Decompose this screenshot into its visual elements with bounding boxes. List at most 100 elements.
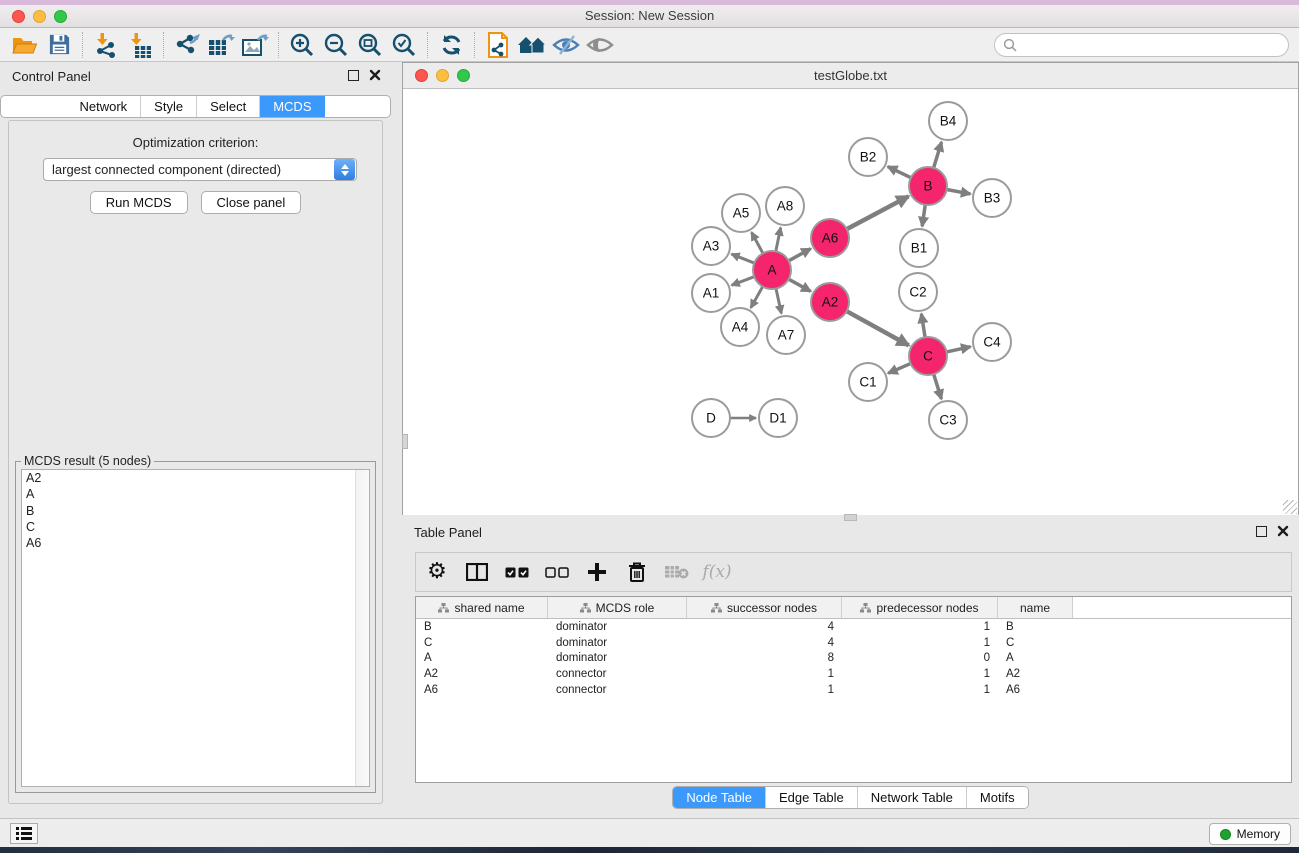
table-cell[interactable]: A — [998, 652, 1073, 664]
graph-node-B[interactable]: B — [909, 167, 947, 205]
graph-node-C[interactable]: C — [909, 337, 947, 375]
network-canvas[interactable]: B4B2BB3A5A8A6A3B1AA1C2A2A4A7C4CC1C3DD1 — [403, 89, 1298, 515]
graph-node-A2[interactable]: A2 — [811, 283, 849, 321]
table-cell[interactable]: 4 — [687, 637, 842, 649]
import-network-icon[interactable] — [89, 30, 123, 60]
table-row[interactable]: A6connector11A6 — [416, 682, 1291, 698]
graph-edge-C-C4[interactable] — [947, 347, 971, 352]
table-row[interactable]: Adominator80A — [416, 651, 1291, 667]
delete-table-icon[interactable] — [664, 558, 690, 586]
memory-button[interactable]: Memory — [1209, 823, 1291, 845]
graph-edge-A-A6[interactable] — [789, 249, 811, 261]
table-cell[interactable]: dominator — [548, 621, 687, 633]
network-window-titlebar[interactable]: testGlobe.txt — [403, 63, 1298, 89]
table-cell[interactable]: 8 — [687, 652, 842, 664]
graph-node-A[interactable]: A — [753, 251, 791, 289]
criterion-dropdown[interactable]: largest connected component (directed) — [43, 158, 357, 181]
column-header-predecessor-nodes[interactable]: predecessor nodes — [842, 597, 998, 618]
window-resize-grip[interactable] — [1283, 500, 1297, 514]
table-cell[interactable]: 1 — [687, 668, 842, 680]
table-row[interactable]: Cdominator41C — [416, 635, 1291, 651]
table-cell[interactable]: C — [998, 637, 1073, 649]
column-header-MCDS-role[interactable]: MCDS role — [548, 597, 687, 618]
tab-network[interactable]: Network — [66, 96, 140, 117]
graph-node-C2[interactable]: C2 — [899, 273, 937, 311]
clone-network-icon[interactable] — [481, 30, 515, 60]
graph-node-C1[interactable]: C1 — [849, 363, 887, 401]
table-cell[interactable]: A2 — [416, 668, 548, 680]
refresh-icon[interactable] — [434, 30, 468, 60]
graph-node-A3[interactable]: A3 — [692, 227, 730, 265]
mcds-result-list[interactable]: A2ABCA6 — [21, 469, 370, 787]
hide-panels-icon[interactable] — [549, 30, 583, 60]
graph-node-C3[interactable]: C3 — [929, 401, 967, 439]
graph-node-D[interactable]: D — [692, 399, 730, 437]
table-row[interactable]: Bdominator41B — [416, 619, 1291, 635]
graph-edge-A6-B[interactable] — [847, 196, 909, 229]
close-table-panel-icon[interactable] — [1277, 525, 1289, 537]
tab-mcds[interactable]: MCDS — [259, 96, 324, 117]
column-header-name[interactable]: name — [998, 597, 1073, 618]
graph-edge-A-A1[interactable] — [732, 277, 755, 286]
table-cell[interactable]: B — [416, 621, 548, 633]
zoom-fit-icon[interactable] — [353, 30, 387, 60]
graph-edge-A-A4[interactable] — [751, 287, 763, 308]
graph-node-B2[interactable]: B2 — [849, 138, 887, 176]
show-panels-icon[interactable] — [583, 30, 617, 60]
graph-edge-B-B4[interactable] — [934, 142, 942, 168]
export-image-icon[interactable] — [238, 30, 272, 60]
tab-motifs[interactable]: Motifs — [966, 787, 1028, 808]
table-cell[interactable]: A2 — [998, 668, 1073, 680]
mcds-result-item[interactable]: A — [22, 486, 369, 502]
graph-edge-B-B3[interactable] — [947, 190, 971, 194]
mcds-result-item[interactable]: A6 — [22, 535, 369, 551]
table-cell[interactable]: B — [998, 621, 1073, 633]
zoom-out-icon[interactable] — [319, 30, 353, 60]
table-cell[interactable]: C — [416, 637, 548, 649]
table-cell[interactable]: 4 — [687, 621, 842, 633]
delete-column-icon[interactable] — [624, 558, 650, 586]
graph-node-A6[interactable]: A6 — [811, 219, 849, 257]
export-network-icon[interactable] — [170, 30, 204, 60]
graph-node-B3[interactable]: B3 — [973, 179, 1011, 217]
graph-node-A7[interactable]: A7 — [767, 316, 805, 354]
table-row[interactable]: A2connector11A2 — [416, 666, 1291, 682]
table-cell[interactable]: dominator — [548, 637, 687, 649]
table-cell[interactable]: 1 — [842, 684, 998, 696]
graph-node-D1[interactable]: D1 — [759, 399, 797, 437]
save-session-icon[interactable] — [42, 30, 76, 60]
add-column-icon[interactable] — [584, 558, 610, 586]
network-view-window[interactable]: testGlobe.txt B4B2BB3A5A8A6A3B1AA1C2A2A4… — [402, 62, 1299, 515]
graph-node-B4[interactable]: B4 — [929, 102, 967, 140]
close-panel-icon[interactable] — [369, 69, 381, 81]
graph-edge-B-B2[interactable] — [888, 167, 911, 178]
graph-edge-B-B1[interactable] — [922, 205, 925, 226]
table-cell[interactable]: connector — [548, 668, 687, 680]
tab-select[interactable]: Select — [196, 96, 259, 117]
table-cell[interactable]: 1 — [842, 668, 998, 680]
table-settings-icon[interactable]: ⚙ — [424, 558, 450, 586]
graph-edge-A-A2[interactable] — [789, 279, 811, 291]
close-panel-button[interactable]: Close panel — [201, 191, 302, 214]
float-table-panel-icon[interactable] — [1256, 526, 1267, 537]
column-header-successor-nodes[interactable]: successor nodes — [687, 597, 842, 618]
table-cell[interactable]: connector — [548, 684, 687, 696]
zoom-in-icon[interactable] — [285, 30, 319, 60]
graph-edge-C-C2[interactable] — [921, 314, 925, 337]
tab-node-table[interactable]: Node Table — [673, 787, 765, 808]
table-cell[interactable]: dominator — [548, 652, 687, 664]
graph-edge-A-A8[interactable] — [776, 228, 781, 252]
graph-node-A8[interactable]: A8 — [766, 187, 804, 225]
table-cell[interactable]: A — [416, 652, 548, 664]
home-layout-icon[interactable] — [515, 30, 549, 60]
graph-edge-A-A5[interactable] — [752, 232, 763, 253]
graph-node-A4[interactable]: A4 — [721, 308, 759, 346]
table-cell[interactable]: A6 — [998, 684, 1073, 696]
table-cell[interactable]: 1 — [687, 684, 842, 696]
panel-splitter-handle[interactable] — [402, 434, 408, 449]
select-all-icon[interactable] — [504, 558, 530, 586]
zoom-selected-icon[interactable] — [387, 30, 421, 60]
graph-edge-C-C3[interactable] — [934, 374, 942, 399]
graph-edge-A2-C[interactable] — [847, 311, 909, 345]
export-table-icon[interactable] — [204, 30, 238, 60]
